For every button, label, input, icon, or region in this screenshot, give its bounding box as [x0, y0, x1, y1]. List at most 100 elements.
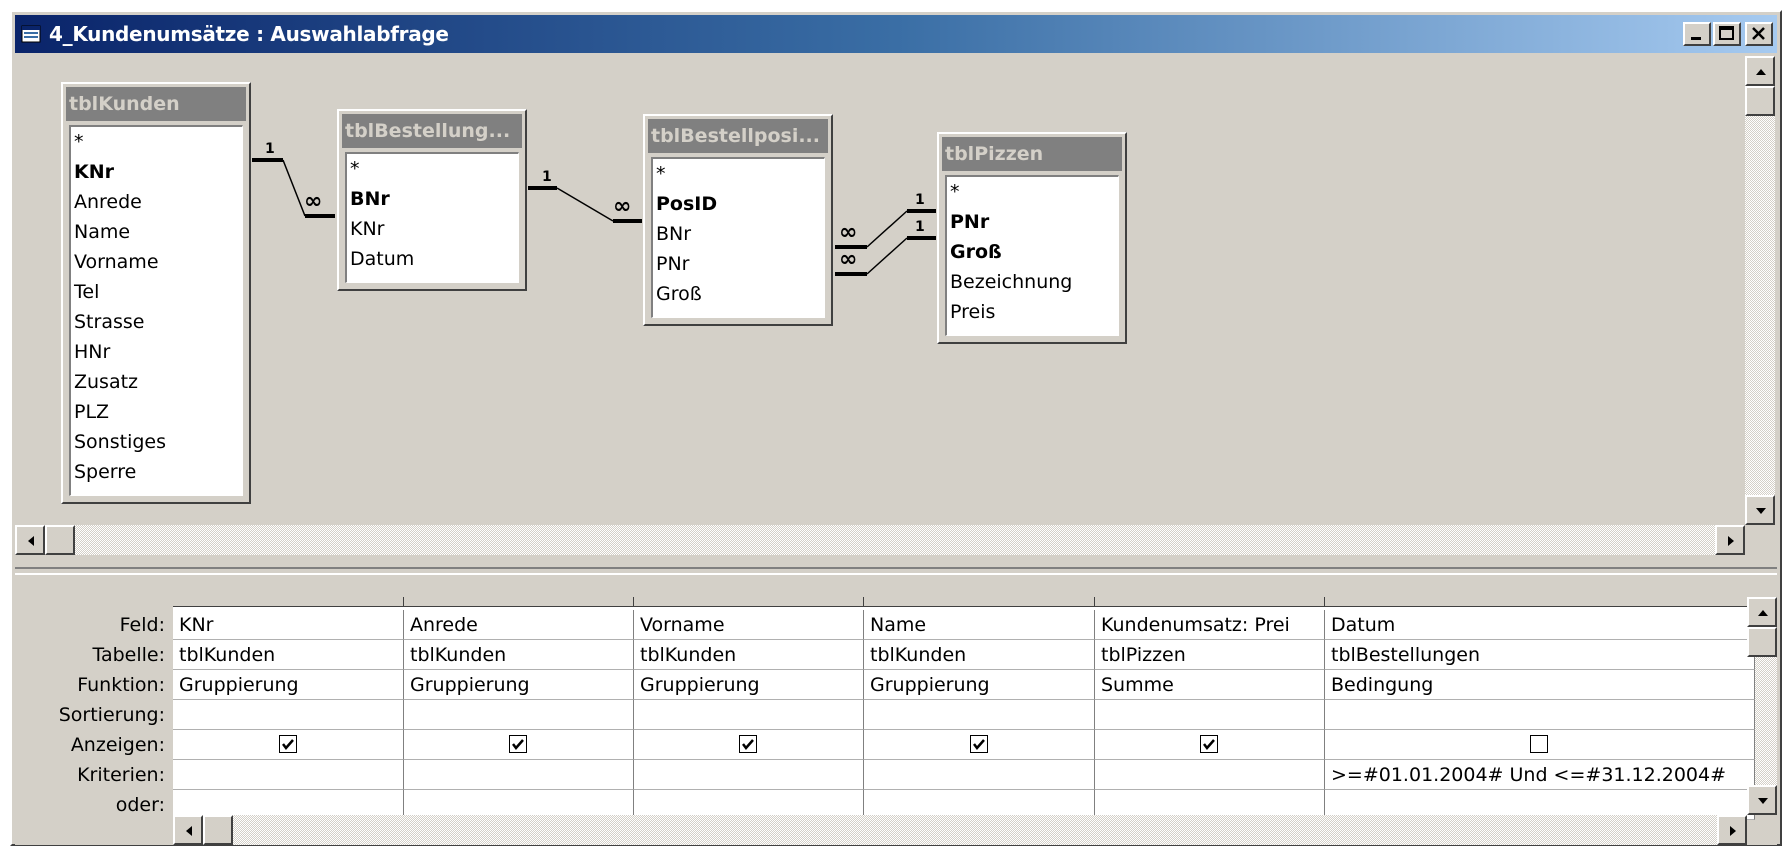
column-selector[interactable]: [1095, 597, 1325, 607]
arrow-up-icon: [1756, 69, 1766, 75]
grid-horizontal-scrollbar[interactable]: [173, 815, 1747, 845]
arrow-right-icon: [1728, 536, 1734, 546]
cell-kriterien[interactable]: [634, 760, 864, 790]
scroll-left-button[interactable]: [15, 525, 45, 555]
relation-one-label: 1: [915, 219, 925, 235]
scroll-left-button[interactable]: [173, 815, 203, 845]
scroll-thumb[interactable]: [203, 815, 233, 845]
show-checkbox[interactable]: [509, 735, 527, 753]
cell-feld[interactable]: KNr: [173, 610, 404, 640]
cell-feld[interactable]: Kundenumsatz: Prei: [1095, 610, 1325, 640]
cell-tabelle[interactable]: tblPizzen: [1095, 640, 1325, 670]
query-design-grid-pane[interactable]: Feld: Tabelle: Funktion: Sortierung: Anz…: [15, 577, 1777, 845]
scroll-down-button[interactable]: [1745, 495, 1775, 525]
relation-many-label: ∞: [613, 194, 631, 219]
cell-kriterien[interactable]: [864, 760, 1095, 790]
row-label-funktion: Funktion:: [77, 674, 165, 696]
arrow-up-icon: [1758, 610, 1768, 616]
relation-line[interactable]: [282, 159, 306, 217]
table-design-area[interactable]: tblKunden * KNr Anrede Name Vorname Tel …: [15, 56, 1777, 565]
cell-kriterien[interactable]: [1095, 760, 1325, 790]
column-selector[interactable]: [634, 597, 864, 607]
cell-funktion[interactable]: Gruppierung: [634, 670, 864, 700]
cell-anzeigen[interactable]: [1325, 730, 1755, 760]
checkmark-icon: [973, 739, 985, 750]
query-grid[interactable]: KNr tblKunden Gruppierung Anrede tblKund…: [173, 597, 1755, 820]
cell-feld[interactable]: Anrede: [404, 610, 634, 640]
row-label-oder: oder:: [115, 794, 165, 816]
column-selector[interactable]: [864, 597, 1095, 607]
title-bar[interactable]: 4_Kundenumsätze : Auswahlabfrage: [15, 15, 1777, 53]
cell-tabelle[interactable]: tblKunden: [634, 640, 864, 670]
scroll-right-button[interactable]: [1715, 525, 1745, 555]
window-title: 4_Kundenumsätze : Auswahlabfrage: [49, 22, 449, 46]
row-label-anzeigen: Anzeigen:: [70, 734, 165, 756]
cell-sortierung[interactable]: [173, 700, 404, 730]
cell-feld[interactable]: Datum: [1325, 610, 1755, 640]
close-button[interactable]: [1745, 22, 1773, 46]
cell-anzeigen[interactable]: [404, 730, 634, 760]
cell-kriterien[interactable]: [404, 760, 634, 790]
checkmark-icon: [512, 739, 524, 750]
close-icon: [1752, 27, 1765, 40]
show-checkbox[interactable]: [970, 735, 988, 753]
cell-sortierung[interactable]: [404, 700, 634, 730]
scroll-down-button[interactable]: [1747, 785, 1777, 815]
cell-sortierung[interactable]: [1325, 700, 1755, 730]
cell-anzeigen[interactable]: [1095, 730, 1325, 760]
grid-vertical-scrollbar[interactable]: [1747, 597, 1777, 815]
cell-anzeigen[interactable]: [634, 730, 864, 760]
cell-tabelle[interactable]: tblBestellungen: [1325, 640, 1755, 670]
cell-kriterien[interactable]: [173, 760, 404, 790]
scroll-thumb[interactable]: [45, 525, 75, 555]
cell-sortierung[interactable]: [864, 700, 1095, 730]
show-checkbox[interactable]: [739, 735, 757, 753]
arrow-right-icon: [1730, 826, 1736, 836]
scroll-thumb[interactable]: [1745, 86, 1775, 116]
cell-sortierung[interactable]: [634, 700, 864, 730]
pane-splitter[interactable]: [15, 567, 1777, 575]
relation-line[interactable]: [866, 237, 908, 275]
cell-funktion[interactable]: Gruppierung: [173, 670, 404, 700]
relation-line[interactable]: [866, 210, 908, 248]
column-selector[interactable]: [1325, 597, 1755, 607]
scroll-thumb[interactable]: [1747, 627, 1777, 657]
query-icon: [21, 25, 41, 43]
cell-funktion[interactable]: Summe: [1095, 670, 1325, 700]
cell-sortierung[interactable]: [1095, 700, 1325, 730]
cell-tabelle[interactable]: tblKunden: [173, 640, 404, 670]
relation-line[interactable]: [556, 187, 614, 222]
cell-kriterien[interactable]: >=#01.01.2004# Und <=#31.12.2004#: [1325, 760, 1755, 790]
cell-tabelle[interactable]: tblKunden: [864, 640, 1095, 670]
scroll-up-button[interactable]: [1745, 56, 1775, 86]
cell-funktion[interactable]: Gruppierung: [864, 670, 1095, 700]
show-checkbox[interactable]: [1200, 735, 1218, 753]
show-checkbox-unchecked[interactable]: [1530, 735, 1548, 753]
checkmark-icon: [1203, 739, 1215, 750]
maximize-icon: [1719, 26, 1734, 40]
cell-feld[interactable]: Name: [864, 610, 1095, 640]
cell-tabelle[interactable]: tblKunden: [404, 640, 634, 670]
cell-anzeigen[interactable]: [173, 730, 404, 760]
checkmark-icon: [282, 739, 294, 750]
maximize-button[interactable]: [1713, 22, 1741, 46]
row-label-feld: Feld:: [119, 614, 165, 636]
scroll-up-button[interactable]: [1747, 597, 1777, 627]
row-label-sortierung: Sortierung:: [58, 704, 165, 726]
cell-funktion[interactable]: Bedingung: [1325, 670, 1755, 700]
row-label-tabelle: Tabelle:: [92, 644, 165, 666]
cell-funktion[interactable]: Gruppierung: [404, 670, 634, 700]
upper-horizontal-scrollbar[interactable]: [15, 525, 1745, 555]
cell-anzeigen[interactable]: [864, 730, 1095, 760]
relation-one-label: 1: [542, 169, 552, 185]
cell-feld[interactable]: Vorname: [634, 610, 864, 640]
scroll-right-button[interactable]: [1717, 815, 1747, 845]
upper-vertical-scrollbar[interactable]: [1745, 56, 1775, 525]
relation-one-label: 1: [265, 141, 275, 157]
column-selector[interactable]: [173, 597, 404, 607]
minimize-button[interactable]: [1683, 22, 1711, 46]
relation-one-label: 1: [915, 192, 925, 208]
show-checkbox[interactable]: [279, 735, 297, 753]
column-selector[interactable]: [404, 597, 634, 607]
relation-many-label: ∞: [304, 189, 322, 214]
